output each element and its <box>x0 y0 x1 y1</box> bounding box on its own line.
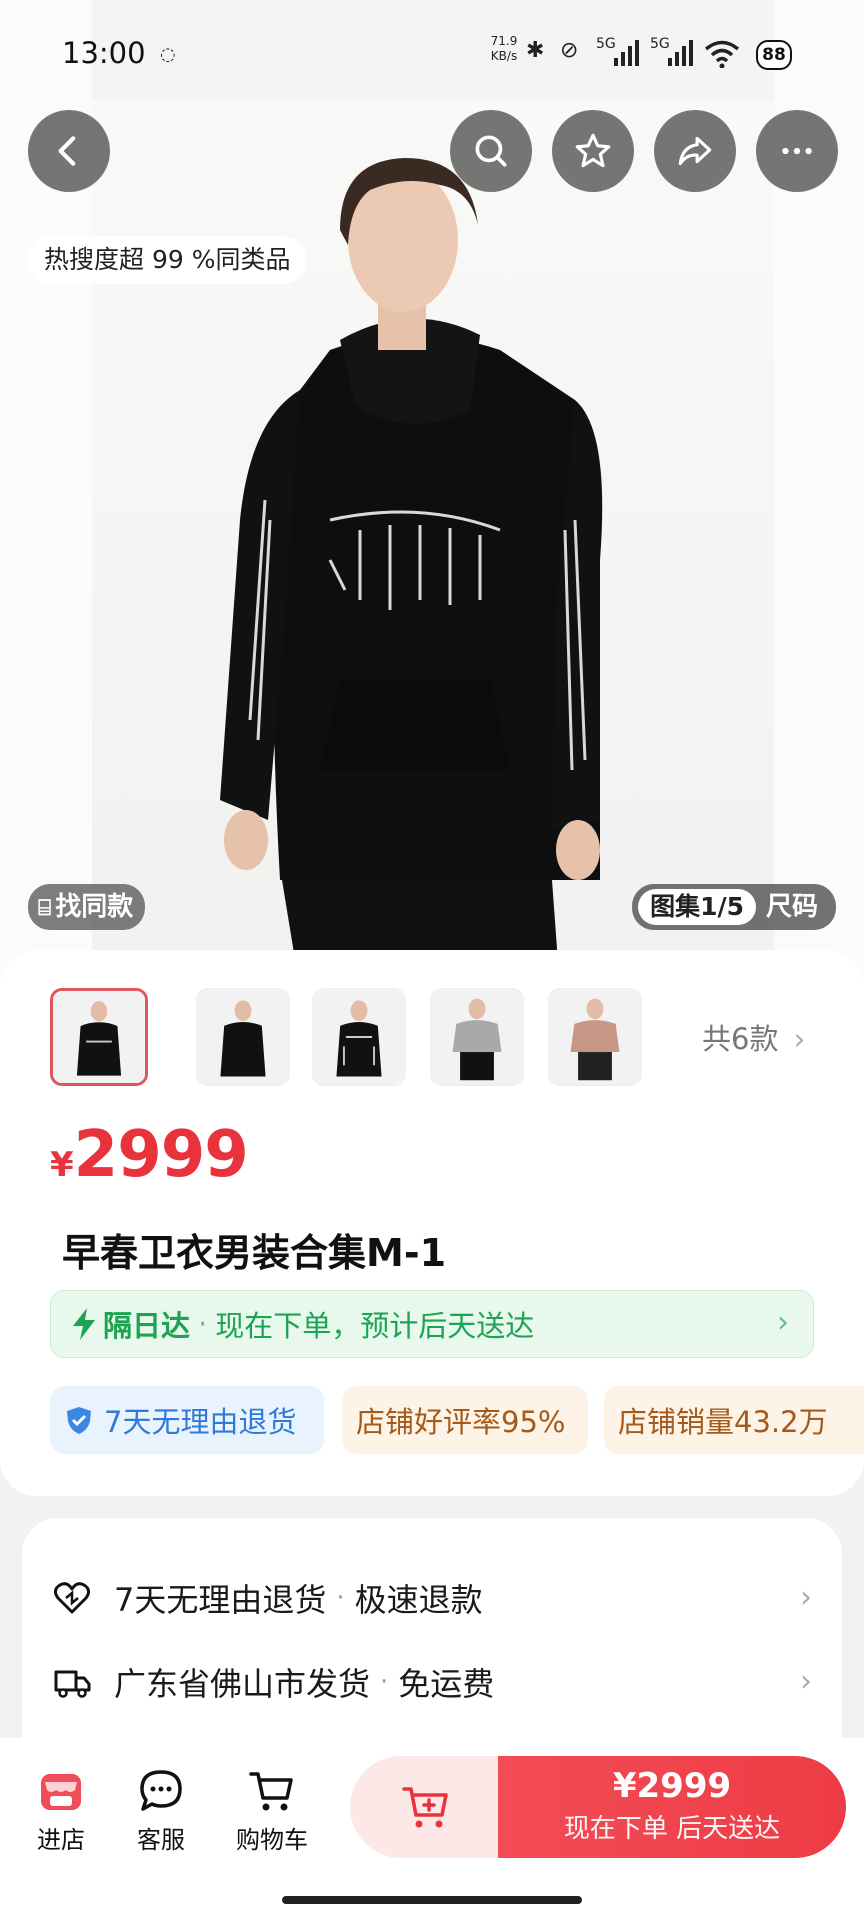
heat-rank-badge: 热搜度超 99 %同类品 <box>28 236 307 284</box>
scan-icon: ⌸ <box>38 896 52 921</box>
more-dots-icon <box>782 147 812 155</box>
search-icon <box>475 135 507 167</box>
cart-button[interactable]: 购物车 <box>222 1766 322 1855</box>
status-time: 13:00 <box>62 36 146 70</box>
status-bar: 13:00 ◌ 71.9 KB/s ✱ ⊘ 5G 5G 88 <box>0 0 864 105</box>
chevron-right-icon: › <box>800 1580 812 1615</box>
chat-bubble-icon <box>140 1770 182 1811</box>
variant-count-label: 共6款 <box>702 1022 779 1056</box>
net-speed-value: 71.9 <box>490 34 518 48</box>
return-service-row[interactable]: 7天无理由退货 · 极速退款 › <box>52 1568 812 1628</box>
chevron-right-icon: › <box>793 1022 806 1056</box>
buy-now-button[interactable]: ¥2999 现在下单 后天送达 <box>498 1756 846 1858</box>
buy-subtitle: 现在下单 后天送达 <box>563 1814 781 1844</box>
thumbnail-image <box>548 990 642 1084</box>
shipping-service-row[interactable]: 广东省佛山市发货 · 免运费 › <box>52 1652 812 1712</box>
return-policy-tag[interactable]: 7天无理由退货 <box>50 1386 324 1454</box>
battery-indicator: 88 <box>756 40 792 70</box>
service-main-text: 广东省佛山市发货 <box>114 1665 371 1703</box>
signal-icon-2 <box>668 40 693 66</box>
network-speed: 71.9 KB/s <box>484 34 524 64</box>
service-extra-text: 免运费 <box>398 1665 495 1703</box>
chevron-right-icon: › <box>800 1664 812 1699</box>
bluetooth-icon: ✱ <box>526 38 545 63</box>
thumbnail-5[interactable] <box>548 988 642 1086</box>
store-rating-tag[interactable]: 店铺好评率95% <box>342 1386 588 1454</box>
shield-check-icon <box>67 1407 91 1434</box>
thumbnail-image <box>196 990 290 1084</box>
separator-dot: · <box>198 1307 208 1341</box>
mute-icon: ⊘ <box>560 38 579 63</box>
thumbnail-image <box>53 991 145 1083</box>
star-icon <box>575 133 611 168</box>
buy-price: ¥2999 <box>612 1766 732 1806</box>
cart-add-icon <box>402 1787 448 1828</box>
service-label: 客服 <box>137 1826 185 1854</box>
delivery-banner[interactable]: 隔日达 · 现在下单，预计后天送达 › <box>50 1290 814 1358</box>
signal-icon <box>614 40 639 66</box>
gallery-counter[interactable]: 图集1/5 <box>638 889 756 925</box>
bottom-action-bar: 进店 客服 购物车 ¥2999 现在下单 后天送达 <box>0 1738 864 1920</box>
product-title: 早春卫衣男装合集M-1 <box>62 1231 447 1275</box>
wifi-icon <box>704 40 740 68</box>
home-indicator[interactable] <box>282 1896 582 1904</box>
separator-dot: · <box>336 1583 345 1613</box>
shop-label: 进店 <box>37 1826 85 1854</box>
product-price: ¥2999 <box>50 1118 249 1192</box>
all-variants-link[interactable]: 共6款 › <box>702 1016 805 1058</box>
signal-5g-label: 5G <box>596 36 616 52</box>
customer-service-button[interactable]: 客服 <box>116 1766 206 1855</box>
add-to-cart-button[interactable] <box>350 1756 502 1858</box>
thumbnail-2[interactable] <box>196 988 290 1086</box>
notification-icon: ◌ <box>160 44 176 65</box>
heart-return-icon <box>53 1582 91 1614</box>
store-icon <box>41 1774 81 1810</box>
search-button[interactable] <box>450 110 532 192</box>
share-icon <box>678 136 712 166</box>
delivery-detail: 现在下单，预计后天送达 <box>215 1309 535 1343</box>
return-tag-label: 7天无理由退货 <box>104 1405 297 1439</box>
separator-dot: · <box>380 1667 389 1697</box>
price-value: 2999 <box>73 1118 249 1192</box>
thumbnail-1[interactable] <box>50 988 148 1086</box>
favorite-button[interactable] <box>552 110 634 192</box>
find-same-label: 找同款 <box>55 892 134 922</box>
thumbnail-4[interactable] <box>430 988 524 1086</box>
service-main-text: 7天无理由退货 <box>114 1581 327 1619</box>
lightning-icon <box>73 1308 95 1340</box>
more-button[interactable] <box>756 110 838 192</box>
gallery-switch[interactable]: 图集1/5 尺码 <box>632 884 836 930</box>
shop-button[interactable]: 进店 <box>16 1766 106 1855</box>
service-extra-text: 极速退款 <box>354 1581 483 1619</box>
currency-symbol: ¥ <box>50 1145 74 1185</box>
share-button[interactable] <box>654 110 736 192</box>
chevron-left-icon <box>58 136 76 166</box>
delivery-label: 隔日达 <box>103 1309 191 1343</box>
product-detail-screen: 13:00 ◌ 71.9 KB/s ✱ ⊘ 5G 5G 88 热搜度超 99 %… <box>0 0 864 1920</box>
size-chart-tab[interactable]: 尺码 <box>766 884 830 930</box>
net-speed-unit: KB/s <box>490 49 518 63</box>
thumbnail-image <box>312 990 406 1084</box>
find-same-button[interactable]: ⌸ 找同款 <box>28 884 146 930</box>
thumbnail-image <box>430 990 524 1084</box>
thumbnail-3[interactable] <box>312 988 406 1086</box>
truck-icon <box>54 1670 91 1698</box>
cart-label: 购物车 <box>236 1826 308 1854</box>
signal-5g-label-2: 5G <box>650 36 670 52</box>
shopping-cart-icon <box>249 1772 293 1811</box>
store-sales-tag[interactable]: 店铺销量43.2万 <box>604 1386 864 1454</box>
chevron-right-icon: › <box>777 1305 789 1340</box>
back-button[interactable] <box>28 110 110 192</box>
